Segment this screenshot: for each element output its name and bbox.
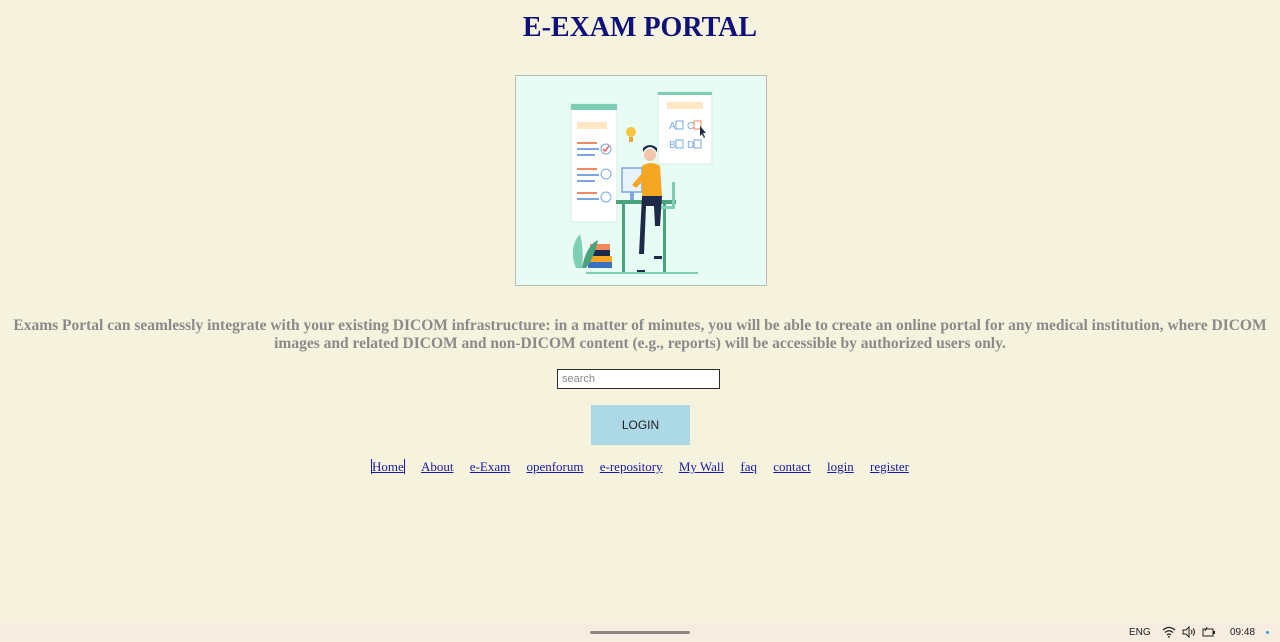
nav-link-about[interactable]: About (421, 459, 454, 474)
login-button[interactable]: LOGIN (591, 405, 690, 445)
wifi-icon[interactable] (1162, 626, 1176, 638)
answer-letter-d: D (687, 140, 694, 151)
answer-letter-c: C (687, 121, 694, 132)
answer-letter-b: B (669, 140, 676, 151)
exam-illustration-image: A C B D (516, 76, 766, 285)
nav-link-contact[interactable]: contact (773, 459, 811, 474)
home-indicator[interactable] (590, 631, 690, 634)
search-input[interactable] (557, 369, 720, 389)
nav-link-home[interactable]: Home (371, 459, 405, 474)
portal-description: Exams Portal can seamlessly integrate wi… (13, 317, 1267, 352)
battery-icon[interactable] (1202, 626, 1216, 638)
footer-nav: Home About e-Exam openforum e-repository… (0, 459, 1280, 475)
nav-link-faq[interactable]: faq (740, 459, 757, 474)
clock[interactable]: 09:48 (1230, 627, 1255, 638)
nav-link-register[interactable]: register (870, 459, 909, 474)
nav-link-openforum[interactable]: openforum (526, 459, 583, 474)
nav-link-e-exam[interactable]: e-Exam (470, 459, 510, 474)
language-indicator[interactable]: ENG (1129, 627, 1151, 638)
hero-illustration: A C B D (515, 75, 767, 286)
page-title: E-EXAM PORTAL (522, 12, 758, 43)
volume-icon[interactable] (1182, 626, 1196, 638)
system-taskbar: ENG 09:48 (0, 623, 1280, 642)
page: E-EXAM PORTAL A C B D Exams Portal can s… (0, 0, 1280, 642)
answer-letter-a: A (669, 121, 676, 132)
nav-link-my-wall[interactable]: My Wall (679, 459, 724, 474)
notification-dot[interactable] (1266, 631, 1269, 634)
nav-link-login[interactable]: login (827, 459, 854, 474)
nav-link-e-repository[interactable]: e-repository (600, 459, 663, 474)
